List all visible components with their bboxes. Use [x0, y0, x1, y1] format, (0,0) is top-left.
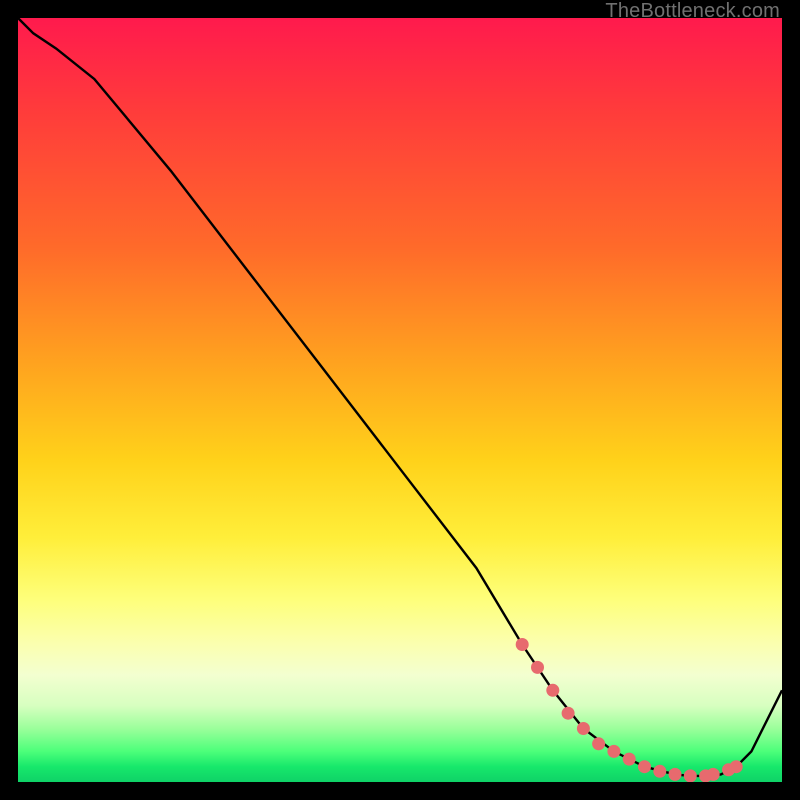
- marker-dot: [653, 765, 666, 778]
- marker-dot: [707, 768, 720, 781]
- marker-dot: [623, 753, 636, 766]
- marker-dot: [531, 661, 544, 674]
- watermark-text: TheBottleneck.com: [605, 0, 780, 23]
- marker-dot: [638, 760, 651, 773]
- marker-dot: [592, 737, 605, 750]
- marker-dot: [669, 768, 682, 781]
- chart-svg: [18, 18, 782, 782]
- marker-dot: [730, 760, 743, 773]
- bottleneck-curve: [18, 18, 782, 776]
- marker-dot: [562, 707, 575, 720]
- chart-frame: [18, 18, 782, 782]
- marker-dot: [684, 769, 697, 782]
- marker-dot: [577, 722, 590, 735]
- marker-dot: [516, 638, 529, 651]
- highlight-markers: [516, 638, 743, 782]
- marker-dot: [607, 745, 620, 758]
- marker-dot: [546, 684, 559, 697]
